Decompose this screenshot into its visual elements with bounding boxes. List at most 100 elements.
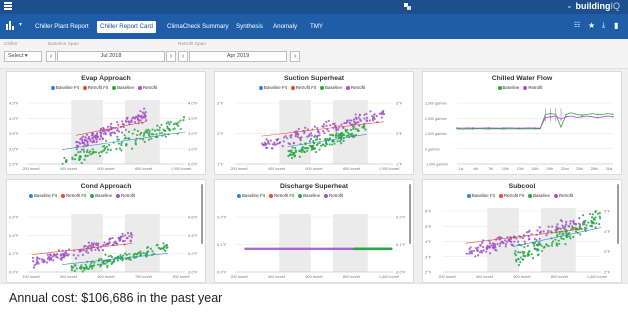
data-point-retrofit bbox=[278, 142, 281, 145]
data-point-retrofit bbox=[49, 254, 52, 257]
data-point-baseline bbox=[306, 147, 309, 150]
data-point-baseline bbox=[559, 227, 562, 230]
data-point-baseline bbox=[174, 122, 177, 125]
tab-chiller-report-card[interactable]: Chiller Report Card bbox=[97, 21, 156, 33]
data-point-retrofit bbox=[111, 236, 114, 240]
data-point-retrofit bbox=[369, 110, 372, 113]
y2-tick-label: 0.1°F bbox=[396, 242, 406, 247]
evap-approach-panel: Evap Approach Baseline Fit Retrofit Fit Bas… bbox=[6, 71, 206, 175]
data-point-retrofit bbox=[91, 132, 95, 136]
data-point-baseline bbox=[572, 226, 575, 229]
data-point-retrofit bbox=[482, 249, 485, 252]
y2-tick-label: 4.0°F bbox=[188, 101, 198, 106]
data-point-baseline bbox=[151, 128, 154, 131]
tab-synthesis[interactable]: Synthesis bbox=[233, 21, 266, 33]
data-point-baseline bbox=[91, 148, 94, 151]
retrofit-prev-button[interactable]: ‹ bbox=[178, 51, 188, 62]
x-tick-label: 16th bbox=[532, 167, 539, 171]
apps-icon[interactable] bbox=[404, 3, 411, 10]
data-point-baseline bbox=[158, 129, 161, 132]
data-point-retrofit bbox=[128, 121, 131, 124]
tab-chiller-plant-report[interactable]: Chiller Plant Report bbox=[32, 21, 92, 33]
data-point-retrofit bbox=[316, 134, 320, 137]
data-point-baseline bbox=[101, 150, 104, 153]
data-point-retrofit bbox=[596, 116, 599, 119]
tab-climacheck-summary[interactable]: ClimaCheck Summary bbox=[164, 21, 232, 33]
data-point-retrofit bbox=[89, 139, 92, 143]
download-icon[interactable]: ⤓ bbox=[602, 21, 605, 31]
data-point-retrofit bbox=[144, 111, 147, 114]
sidebar-toggle-icon[interactable]: ▮ bbox=[614, 21, 618, 31]
x-tick-label: 400 tonref bbox=[476, 275, 494, 279]
data-point-baseline bbox=[83, 158, 86, 161]
data-point-retrofit bbox=[368, 119, 371, 122]
data-point-baseline bbox=[149, 247, 152, 250]
baseline-next-button[interactable]: › bbox=[166, 51, 176, 62]
data-point-baseline bbox=[537, 253, 540, 256]
data-point-retrofit bbox=[265, 142, 268, 146]
data-point-retrofit bbox=[77, 254, 80, 257]
data-point-retrofit bbox=[506, 240, 509, 243]
data-point-baseline bbox=[596, 212, 600, 215]
data-point-baseline bbox=[538, 242, 542, 246]
bar-chart-icon[interactable] bbox=[6, 21, 16, 30]
tab-tmy[interactable]: TMY bbox=[307, 21, 326, 33]
data-point-baseline bbox=[523, 255, 526, 258]
data-point-baseline bbox=[77, 151, 80, 154]
chilled-water-flow-panel: Chilled Water Flow Baseline Retrofit 3,000 … bbox=[422, 71, 622, 175]
data-point-baseline bbox=[85, 150, 89, 154]
data-point-retrofit bbox=[468, 247, 471, 251]
baseline-date-input[interactable]: Jul 2018 bbox=[57, 51, 165, 62]
menu-icon[interactable] bbox=[4, 2, 12, 11]
data-point-retrofit bbox=[86, 143, 89, 146]
data-point-retrofit bbox=[135, 115, 138, 118]
data-point-baseline bbox=[342, 134, 346, 137]
data-point-retrofit bbox=[110, 122, 113, 125]
data-point-baseline bbox=[177, 124, 180, 127]
baseline-prev-button[interactable]: ‹ bbox=[46, 51, 56, 62]
data-point-baseline bbox=[521, 258, 524, 261]
data-point-baseline bbox=[519, 256, 522, 259]
panel-scrollbar[interactable] bbox=[617, 184, 619, 244]
data-point-retrofit bbox=[521, 236, 525, 240]
data-point-baseline bbox=[105, 145, 109, 148]
data-point-baseline bbox=[134, 142, 137, 145]
data-point-baseline bbox=[104, 253, 107, 256]
chiller-label: Chiller bbox=[4, 42, 18, 47]
panel-scrollbar[interactable] bbox=[409, 184, 411, 244]
data-point-retrofit bbox=[502, 241, 505, 245]
data-point-baseline bbox=[168, 129, 171, 132]
panel-scrollbar[interactable] bbox=[201, 184, 203, 244]
retrofit-date-input[interactable]: Apr 2019 bbox=[189, 51, 287, 62]
data-point-retrofit bbox=[85, 139, 88, 142]
tab-anomaly[interactable]: Anomaly bbox=[270, 21, 300, 33]
y-tick-label: 3°F bbox=[425, 254, 432, 259]
data-point-baseline bbox=[574, 230, 578, 233]
dropdown-caret-icon[interactable]: ▾ bbox=[19, 21, 22, 28]
data-point-baseline bbox=[117, 142, 120, 145]
data-point-retrofit bbox=[492, 242, 495, 245]
chiller-select[interactable]: Select ▾ bbox=[4, 51, 42, 62]
data-point-baseline bbox=[562, 237, 565, 241]
data-point-retrofit bbox=[85, 133, 89, 136]
data-point-retrofit bbox=[86, 251, 90, 254]
data-point-retrofit bbox=[574, 222, 578, 226]
grid-icon[interactable]: ☷ bbox=[574, 21, 580, 31]
band-shade bbox=[332, 214, 368, 272]
data-point-retrofit bbox=[95, 242, 98, 245]
data-point-baseline bbox=[338, 140, 342, 143]
data-point-retrofit bbox=[269, 139, 272, 142]
data-point-retrofit bbox=[539, 230, 543, 233]
data-point-retrofit bbox=[124, 234, 127, 237]
x-tick-label: 200 tonref bbox=[230, 167, 248, 171]
data-point-retrofit bbox=[282, 140, 285, 143]
data-point-retrofit bbox=[109, 125, 112, 128]
retrofit-next-button[interactable]: › bbox=[290, 51, 300, 62]
data-point-retrofit bbox=[496, 242, 499, 246]
star-icon[interactable]: ★ bbox=[588, 21, 595, 31]
data-point-baseline bbox=[158, 132, 162, 135]
data-point-baseline bbox=[342, 139, 345, 143]
chevron-down-icon[interactable]: ⌄ bbox=[566, 1, 573, 10]
data-point-retrofit bbox=[83, 143, 86, 146]
data-point-baseline bbox=[308, 140, 311, 143]
